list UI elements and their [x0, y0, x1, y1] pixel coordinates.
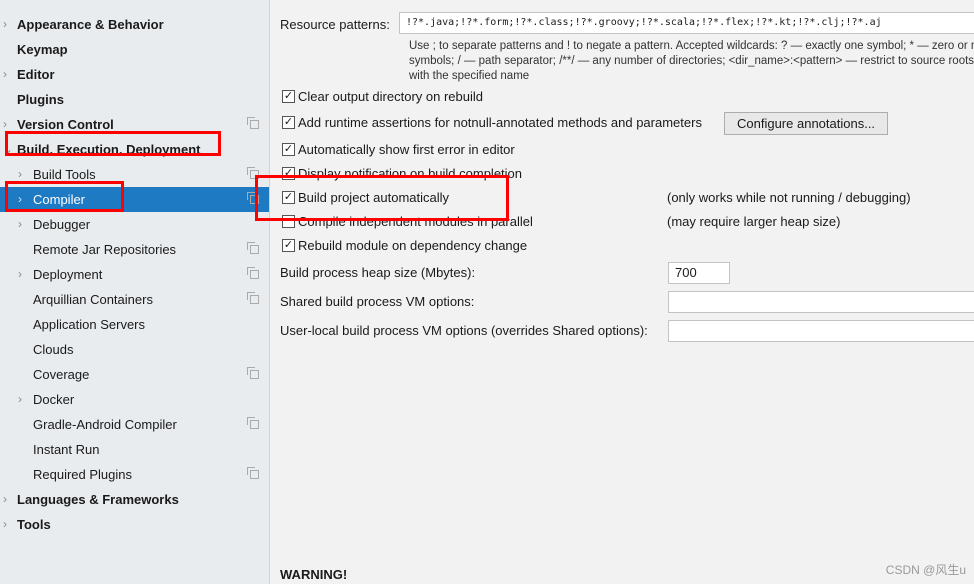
compiler-settings-panel: Resource patterns: !?*.java;!?*.form;!?*… — [271, 0, 974, 584]
project-scope-icon — [247, 417, 259, 429]
heap-size-input[interactable]: 700 — [668, 262, 730, 284]
chevron-right-icon[interactable]: › — [18, 262, 22, 287]
sidebar-item-label: Instant Run — [33, 442, 100, 457]
sidebar-item-label: Arquillian Containers — [33, 292, 153, 307]
user-vm-options-label: User-local build process VM options (ove… — [280, 323, 648, 338]
project-scope-icon — [247, 117, 259, 129]
sidebar-item-label: Keymap — [17, 42, 68, 57]
checkbox-label[interactable]: Rebuild module on dependency change — [298, 238, 527, 253]
sidebar-item-label: Gradle-Android Compiler — [33, 417, 177, 432]
project-scope-icon — [247, 267, 259, 279]
project-scope-icon — [247, 242, 259, 254]
sidebar-item-label: Clouds — [33, 342, 74, 357]
sidebar-item[interactable]: › Appearance & Behavior — [0, 12, 269, 37]
sidebar-item[interactable]: Instant Run — [0, 437, 269, 462]
checkbox-label[interactable]: Clear output directory on rebuild — [298, 89, 483, 104]
resource-patterns-hint: Use ; to separate patterns and ! to nega… — [409, 39, 974, 84]
highlight-box — [5, 131, 221, 156]
resource-patterns-input[interactable]: !?*.java;!?*.form;!?*.class;!?*.groovy;!… — [399, 12, 974, 34]
hint-line: with the specified name — [409, 70, 530, 82]
checkbox[interactable]: ✓ — [282, 90, 295, 103]
sidebar-item[interactable]: Keymap — [0, 37, 269, 62]
sidebar-item-label: Editor — [17, 67, 55, 82]
sidebar-item[interactable]: Arquillian Containers — [0, 287, 269, 312]
configure-annotations-button[interactable]: Configure annotations... — [724, 112, 889, 135]
sidebar-item[interactable]: › Docker — [0, 387, 269, 412]
hint-line: symbols; / — path separator; /**/ — any … — [409, 55, 974, 67]
sidebar-item-label: Debugger — [33, 217, 91, 232]
chevron-right-icon[interactable]: › — [3, 62, 7, 87]
shared-vm-options-label: Shared build process VM options: — [280, 294, 475, 309]
chevron-right-icon[interactable]: › — [3, 12, 7, 37]
checkbox-label[interactable]: Add runtime assertions for notnull-annot… — [298, 115, 702, 130]
sidebar-item[interactable]: › Editor — [0, 62, 269, 87]
highlight-box — [5, 181, 124, 212]
sidebar-item-label: Coverage — [33, 367, 90, 382]
project-scope-icon — [247, 292, 259, 304]
checkbox[interactable]: ✓ — [282, 116, 295, 129]
heap-size-label: Build process heap size (Mbytes): — [280, 265, 476, 280]
sidebar-item-label: Application Servers — [33, 317, 145, 332]
sidebar-item-label: Deployment — [33, 267, 103, 282]
sidebar-item-label: Docker — [33, 392, 75, 407]
watermark: CSDN @风生u — [885, 563, 966, 577]
warning-heading: WARNING! — [280, 567, 348, 582]
settings-tree: › Appearance & Behavior Keymap › Editor Plugi… — [0, 0, 270, 584]
sidebar-item[interactable]: › Tools — [0, 512, 269, 537]
shared-vm-options-input[interactable] — [668, 291, 974, 313]
sidebar-item-label: Required Plugins — [33, 467, 133, 482]
sidebar-item[interactable]: Remote Jar Repositories — [0, 237, 269, 262]
sidebar-item[interactable]: › Deployment — [0, 262, 269, 287]
sidebar-item[interactable]: Plugins — [0, 87, 269, 112]
project-scope-icon — [247, 367, 259, 379]
sidebar-item-label: Remote Jar Repositories — [33, 242, 177, 257]
highlight-box — [255, 175, 509, 221]
sidebar-item[interactable]: Required Plugins — [0, 462, 269, 487]
checkbox[interactable]: ✓ — [282, 239, 295, 252]
project-scope-icon — [247, 467, 259, 479]
sidebar-item[interactable]: Application Servers — [0, 312, 269, 337]
chevron-right-icon[interactable]: › — [18, 212, 22, 237]
checkbox-note: (only works while not running / debuggin… — [667, 190, 911, 205]
sidebar-item-label: Plugins — [17, 92, 64, 107]
sidebar-item[interactable]: Clouds — [0, 337, 269, 362]
sidebar-item-label: Tools — [17, 517, 51, 532]
sidebar-item[interactable]: › Debugger — [0, 212, 269, 237]
sidebar-item-label: Languages & Frameworks — [17, 492, 179, 507]
checkbox[interactable]: ✓ — [282, 143, 295, 156]
user-vm-options-input[interactable] — [668, 320, 974, 342]
checkbox-note: (may require larger heap size) — [667, 214, 841, 229]
chevron-right-icon[interactable]: › — [3, 512, 7, 537]
chevron-right-icon[interactable]: › — [18, 387, 22, 412]
hint-line: Use ; to separate patterns and ! to nega… — [409, 40, 974, 52]
sidebar-item[interactable]: Coverage — [0, 362, 269, 387]
sidebar-item[interactable]: Gradle-Android Compiler — [0, 412, 269, 437]
sidebar-item-label: Appearance & Behavior — [17, 17, 164, 32]
checkbox-label[interactable]: Automatically show first error in editor — [298, 142, 515, 157]
resource-patterns-label: Resource patterns: — [280, 17, 390, 32]
chevron-right-icon[interactable]: › — [3, 487, 7, 512]
sidebar-item[interactable]: › Languages & Frameworks — [0, 487, 269, 512]
